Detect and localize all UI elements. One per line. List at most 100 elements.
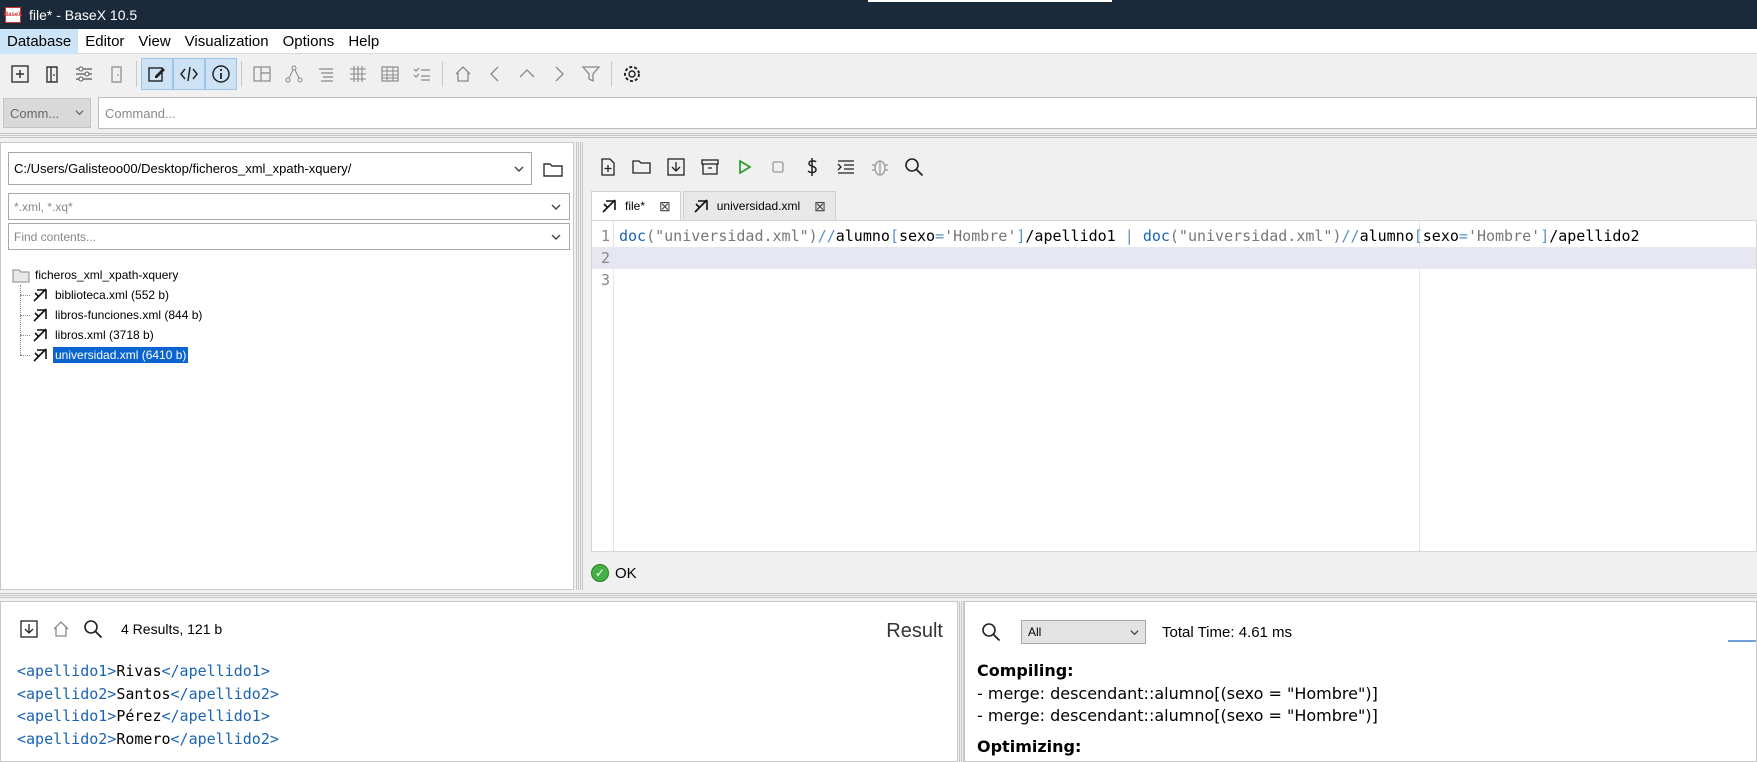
- run-icon[interactable]: [727, 151, 761, 183]
- editor-toggle-icon[interactable]: [141, 57, 173, 90]
- xml-text: Santos: [116, 684, 171, 703]
- gear-icon[interactable]: [616, 58, 648, 90]
- menu-help[interactable]: Help: [341, 29, 386, 54]
- result-line: <apellido1>Rivas</apellido1>: [17, 660, 279, 683]
- open-database-icon[interactable]: [36, 58, 68, 90]
- search-icon[interactable]: [77, 613, 109, 645]
- check-icon: ✓: [591, 564, 609, 582]
- info-toolbar: All Total Time: 4.61 ms: [975, 616, 1292, 648]
- tree-item-label: libros-funciones.xml (844 b): [55, 308, 203, 322]
- menu-bar: Database Editor View Visualization Optio…: [0, 28, 1757, 54]
- variables-icon[interactable]: [795, 151, 829, 183]
- menu-view[interactable]: View: [131, 29, 177, 54]
- info-line: - merge: descendant::alumno[(sexo = "Hom…: [977, 706, 1378, 725]
- home-icon[interactable]: [447, 58, 479, 90]
- tree-view-icon[interactable]: [278, 58, 310, 90]
- xml-open-tag: <apellido1>: [17, 662, 117, 680]
- code-token: doc: [619, 227, 647, 245]
- horizontal-splitter[interactable]: [0, 132, 1757, 138]
- stop-icon[interactable]: [761, 151, 795, 183]
- command-input[interactable]: Command...: [97, 97, 1757, 129]
- close-tab-icon[interactable]: ⊠: [814, 198, 826, 215]
- tree-item-biblioteca[interactable]: biblioteca.xml (552 b): [12, 285, 204, 305]
- tab-file[interactable]: file* ⊠: [591, 191, 681, 220]
- close-tab-icon[interactable]: ⊠: [659, 198, 671, 215]
- tree-root[interactable]: ficheros_xml_xpath-xquery: [12, 265, 204, 285]
- archive-icon[interactable]: [693, 151, 727, 183]
- tab-label: universidad.xml: [716, 199, 801, 213]
- chevron-down-icon: [514, 166, 524, 172]
- menu-database[interactable]: Database: [0, 28, 79, 54]
- open-file-icon[interactable]: [625, 151, 659, 183]
- forward-icon[interactable]: [543, 58, 575, 90]
- filter-icon[interactable]: [575, 58, 607, 90]
- up-icon[interactable]: [511, 58, 543, 90]
- vertical-splitter[interactable]: [575, 142, 584, 590]
- home-icon[interactable]: [45, 613, 77, 645]
- info-filter-select[interactable]: All: [1021, 620, 1146, 644]
- toolbar-separator: [442, 60, 443, 87]
- menu-visualization[interactable]: Visualization: [178, 29, 276, 54]
- line-number: 3: [600, 271, 610, 289]
- command-row: Comm... Command...: [0, 96, 1757, 130]
- find-contents-input[interactable]: Find contents...: [8, 223, 570, 250]
- close-database-icon[interactable]: [100, 58, 132, 90]
- folder-view-icon[interactable]: [310, 58, 342, 90]
- plot-view-icon[interactable]: [342, 58, 374, 90]
- horizontal-splitter[interactable]: [0, 592, 1757, 598]
- code-token: doc: [1142, 227, 1170, 245]
- tree-item-libros-funciones[interactable]: libros-funciones.xml (844 b): [12, 305, 204, 325]
- tree-item-libros[interactable]: libros.xml (3718 b): [12, 325, 204, 345]
- code-token: [: [1413, 227, 1423, 245]
- search-icon[interactable]: [897, 151, 931, 183]
- chevron-down-icon: [551, 234, 561, 240]
- properties-icon[interactable]: [68, 58, 100, 90]
- menu-options[interactable]: Options: [276, 29, 342, 54]
- result-count: 4 Results, 121 b: [121, 621, 223, 637]
- debug-icon[interactable]: [863, 151, 897, 183]
- project-path-select[interactable]: C:/Users/Galisteoo00/Desktop/ficheros_xm…: [8, 152, 532, 185]
- xml-text: Rivas: [116, 662, 162, 680]
- result-line: <apellido1>Pérez</apellido1>: [17, 705, 279, 728]
- command-placeholder: Command...: [104, 105, 176, 121]
- window-title: file* - BaseX 10.5: [29, 6, 138, 23]
- tree-root-label: ficheros_xml_xpath-xquery: [35, 268, 179, 282]
- choose-folder-icon[interactable]: [539, 155, 567, 183]
- new-database-icon[interactable]: [4, 58, 36, 90]
- save-file-icon[interactable]: [659, 151, 693, 183]
- export-icon[interactable]: [13, 613, 45, 645]
- xml-file-icon: [33, 328, 47, 342]
- info-toggle-icon[interactable]: [205, 57, 237, 90]
- xml-close-tag: </apellido2>: [170, 729, 279, 748]
- result-panel: 4 Results, 121 b Result <apellido1>Rivas…: [0, 601, 958, 762]
- folder-icon: [12, 269, 30, 283]
- code-token: [: [889, 227, 899, 245]
- xml-file-icon: [33, 288, 47, 302]
- xml-close-tag: </apellido1>: [161, 707, 270, 725]
- new-file-icon[interactable]: [591, 151, 625, 183]
- tab-label: file*: [625, 199, 646, 213]
- back-icon[interactable]: [479, 58, 511, 90]
- code-toggle-icon[interactable]: [173, 57, 205, 90]
- command-mode-select[interactable]: Comm...: [3, 98, 91, 128]
- file-filter-input[interactable]: *.xml, *.xq*: [8, 193, 570, 220]
- map-view-icon[interactable]: [246, 58, 278, 90]
- search-icon[interactable]: [975, 616, 1007, 648]
- tab-universidad[interactable]: universidad.xml ⊠: [682, 191, 836, 220]
- menu-editor[interactable]: Editor: [78, 29, 131, 54]
- line-number: 2: [600, 249, 610, 267]
- format-icon[interactable]: [829, 151, 863, 183]
- chevron-down-icon: [75, 110, 84, 116]
- tree-item-universidad[interactable]: universidad.xml (6410 b): [12, 345, 204, 365]
- scrollbar[interactable]: [1728, 640, 1756, 642]
- xml-close-tag: </apellido1>: [161, 662, 270, 680]
- explorer-view-icon[interactable]: [406, 58, 438, 90]
- code-editor[interactable]: 1 doc("universidad.xml")//alumno[sexo='Ho…: [591, 220, 1757, 552]
- table-view-icon[interactable]: [374, 58, 406, 90]
- title-strip: [868, 0, 1112, 2]
- info-filter-value: All: [1028, 625, 1042, 639]
- code-token: alumno: [1359, 227, 1414, 245]
- result-content[interactable]: <apellido1>Rivas</apellido1> <apellido2>…: [17, 660, 279, 750]
- editor-status: ✓ OK: [591, 561, 637, 585]
- editor-toolbar: [591, 151, 931, 183]
